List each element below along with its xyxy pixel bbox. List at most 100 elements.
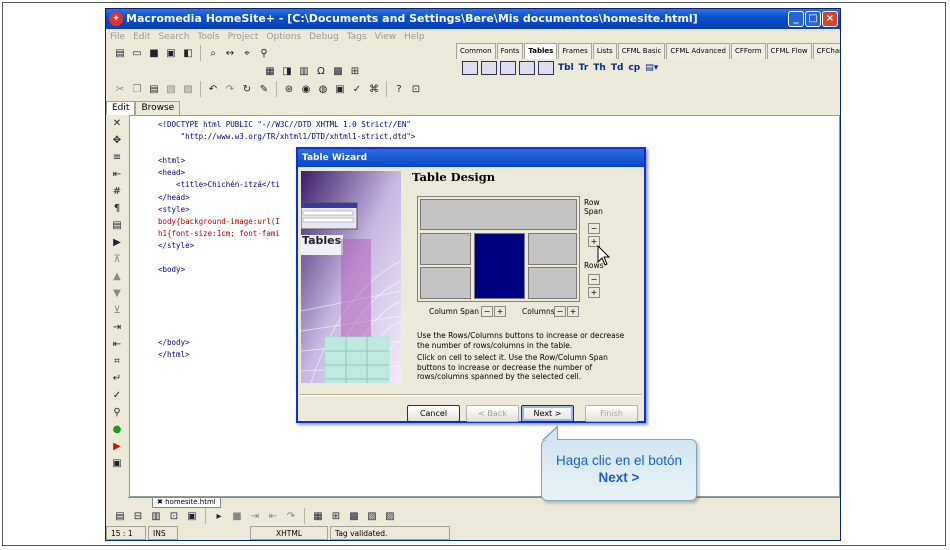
stack-icon[interactable]: ▧ bbox=[364, 508, 380, 524]
breakpoint-icon[interactable]: ⊞ bbox=[328, 508, 344, 524]
next-button[interactable]: Next > bbox=[521, 405, 574, 422]
table-cell[interactable] bbox=[528, 267, 577, 299]
open-file-icon[interactable]: ▭ bbox=[129, 45, 145, 61]
outline-icon[interactable]: ≡ bbox=[108, 149, 126, 165]
paragraph-icon[interactable]: ¶ bbox=[108, 200, 126, 216]
comment-icon[interactable]: ⌗ bbox=[108, 353, 126, 369]
browser-icon[interactable]: ◍ bbox=[315, 81, 331, 97]
red-arrow-icon[interactable]: ▶ bbox=[108, 438, 126, 454]
tr-button[interactable]: Tr bbox=[578, 63, 590, 73]
step-c-icon[interactable]: ↷ bbox=[283, 508, 299, 524]
results-b-icon[interactable]: ⊟ bbox=[130, 508, 146, 524]
help-icon[interactable]: ? bbox=[391, 81, 407, 97]
table-dropdown-icon[interactable]: ▤▾ bbox=[644, 63, 659, 73]
omega-icon[interactable]: Ω bbox=[313, 63, 329, 79]
results-e-icon[interactable]: ▣ bbox=[184, 508, 200, 524]
step-a-icon[interactable]: ⇥ bbox=[247, 508, 263, 524]
move-up-icon[interactable]: ▲ bbox=[108, 268, 126, 284]
results-c-icon[interactable]: ▥ bbox=[148, 508, 164, 524]
dialog-title[interactable]: Table Wizard bbox=[298, 149, 644, 167]
tab-fonts[interactable]: Fonts bbox=[496, 43, 524, 59]
design-icon[interactable]: ⊞ bbox=[347, 63, 363, 79]
move-icon[interactable]: ✥ bbox=[108, 132, 126, 148]
collapse-icon[interactable]: ⊼ bbox=[108, 251, 126, 267]
tab-lists[interactable]: Lists bbox=[592, 43, 617, 59]
snippet-icon[interactable]: ▩ bbox=[330, 63, 346, 79]
refresh-icon[interactable]: ↻ bbox=[239, 81, 255, 97]
image-icon[interactable]: ▣ bbox=[332, 81, 348, 97]
table-header-icon[interactable] bbox=[519, 61, 535, 75]
close-doc-icon[interactable]: ✕ bbox=[108, 115, 126, 131]
extended-find-icon[interactable]: ⚲ bbox=[256, 45, 272, 61]
replace-icon[interactable]: ↔ bbox=[222, 45, 238, 61]
line-numbers-icon[interactable]: # bbox=[108, 183, 126, 199]
tab-frames[interactable]: Frames bbox=[558, 43, 592, 59]
run-icon[interactable]: ▶ bbox=[108, 234, 126, 250]
menu-project[interactable]: Project bbox=[224, 29, 263, 45]
bookmark-icon[interactable]: ▤ bbox=[108, 217, 126, 233]
tab-tables[interactable]: Tables bbox=[524, 43, 558, 59]
tag-chooser-icon[interactable]: ✎ bbox=[256, 81, 272, 97]
column-span-plus-button[interactable]: + bbox=[494, 306, 506, 317]
special-chars-icon[interactable]: ▣ bbox=[108, 455, 126, 471]
find-icon[interactable]: ⌕ bbox=[205, 45, 221, 61]
table-row-icon[interactable] bbox=[500, 61, 516, 75]
paste-special-icon[interactable]: ▧ bbox=[163, 81, 179, 97]
th-button[interactable]: Th bbox=[592, 63, 607, 73]
table-cell[interactable] bbox=[420, 199, 577, 230]
maximize-button[interactable]: □ bbox=[805, 11, 821, 27]
cut-icon[interactable]: ✂ bbox=[112, 81, 128, 97]
watch-icon[interactable]: ▦ bbox=[310, 508, 326, 524]
title-bar[interactable]: ✦ Macromedia HomeSite+ - [C:\Documents a… bbox=[106, 9, 840, 29]
quick-table-icon[interactable] bbox=[462, 61, 478, 75]
menu-options[interactable]: Options bbox=[262, 29, 305, 45]
rows-plus-button[interactable]: + bbox=[588, 287, 600, 298]
copy-icon[interactable]: ❐ bbox=[129, 81, 145, 97]
results-d-icon[interactable]: ⊡ bbox=[166, 508, 182, 524]
menu-edit[interactable]: Edit bbox=[129, 29, 154, 45]
tab-cfchart[interactable]: CFChart bbox=[812, 43, 840, 59]
spell-check-icon[interactable]: ✓ bbox=[349, 81, 365, 97]
table-cell-selected[interactable] bbox=[474, 233, 525, 299]
table-cell[interactable] bbox=[420, 233, 471, 265]
tab-edit[interactable]: Edit bbox=[106, 101, 136, 115]
indent-icon[interactable]: ⇤ bbox=[108, 166, 126, 182]
tab-cfml-advanced[interactable]: CFML Advanced bbox=[666, 43, 730, 59]
clear-icon[interactable]: ▨ bbox=[180, 81, 196, 97]
tab-common[interactable]: Common bbox=[456, 43, 496, 59]
undo-icon[interactable]: ↶ bbox=[205, 81, 221, 97]
td-button[interactable]: Td bbox=[610, 63, 625, 73]
table-cell[interactable] bbox=[420, 267, 471, 299]
menu-help[interactable]: Help bbox=[400, 29, 429, 45]
validate-markup-icon[interactable]: ✓ bbox=[108, 387, 126, 403]
table-wizard-icon[interactable] bbox=[481, 61, 497, 75]
table-cell[interactable] bbox=[528, 233, 577, 265]
rows-minus-button[interactable]: − bbox=[588, 274, 600, 285]
find-next-icon[interactable]: ⌖ bbox=[239, 45, 255, 61]
variables-icon[interactable]: ▩ bbox=[346, 508, 362, 524]
columns-minus-button[interactable]: − bbox=[554, 306, 566, 317]
caption-button[interactable]: cp bbox=[627, 63, 641, 73]
new-file-icon[interactable]: ▤ bbox=[112, 45, 128, 61]
stop-icon[interactable]: ■ bbox=[229, 508, 245, 524]
search-web-icon[interactable]: ⊛ bbox=[281, 81, 297, 97]
menu-view[interactable]: View bbox=[371, 29, 400, 45]
tbl-button[interactable]: Tbl bbox=[557, 63, 575, 73]
green-dot-icon[interactable]: ● bbox=[108, 421, 126, 437]
menu-debug[interactable]: Debug bbox=[305, 29, 343, 45]
tab-cfml-flow[interactable]: CFML Flow bbox=[766, 43, 812, 59]
minimize-button[interactable]: _ bbox=[788, 11, 804, 27]
close-button[interactable]: × bbox=[822, 11, 838, 27]
html-tidy-icon[interactable]: ⌘ bbox=[366, 81, 382, 97]
back-button[interactable]: < Back bbox=[466, 405, 519, 422]
wrap-icon[interactable]: ↵ bbox=[108, 370, 126, 386]
results-a-icon[interactable]: ▤ bbox=[112, 508, 128, 524]
menu-tools[interactable]: Tools bbox=[193, 29, 223, 45]
table-data-icon[interactable] bbox=[538, 61, 554, 75]
redo-icon[interactable]: ↷ bbox=[222, 81, 238, 97]
tree-icon[interactable]: ⊡ bbox=[408, 81, 424, 97]
resource-tab-icon[interactable]: ▦ bbox=[262, 63, 278, 79]
columns-plus-button[interactable]: + bbox=[567, 306, 579, 317]
indent-block-icon[interactable]: ⇥ bbox=[108, 319, 126, 335]
paste-icon[interactable]: ▤ bbox=[146, 81, 162, 97]
